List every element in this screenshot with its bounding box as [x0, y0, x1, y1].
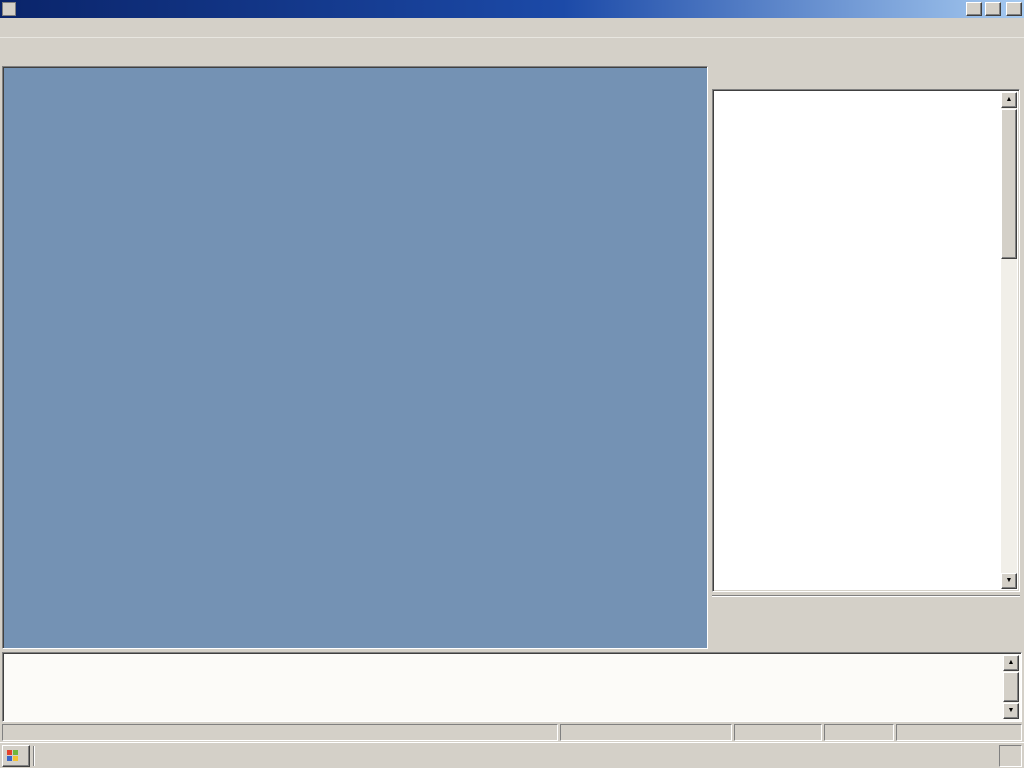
tree-scrollbar-thumb[interactable] — [1001, 109, 1017, 259]
status-empty-pane — [824, 724, 894, 741]
output-log[interactable]: ▲ ▼ — [2, 652, 1022, 722]
app-icon[interactable] — [2, 2, 16, 16]
statusbar — [0, 722, 1024, 742]
toolbar — [0, 37, 1024, 66]
scroll-down-icon[interactable]: ▼ — [1001, 573, 1017, 589]
maximize-button[interactable] — [985, 2, 1001, 16]
log-scrollbar[interactable]: ▲ ▼ — [1003, 655, 1019, 719]
status-polys — [896, 724, 1022, 741]
main-area: ▲ ▼ — [0, 66, 1024, 652]
scroll-down-icon[interactable]: ▼ — [1003, 703, 1019, 719]
viewport[interactable] — [2, 66, 708, 649]
titlebar — [0, 0, 1024, 18]
status-camera — [560, 724, 732, 741]
presets-panel: ▲ ▼ — [710, 66, 1024, 652]
status-ready — [2, 724, 558, 741]
log-scrollbar-thumb[interactable] — [1003, 672, 1019, 702]
scroll-up-icon[interactable]: ▲ — [1001, 92, 1017, 108]
system-tray — [999, 745, 1022, 767]
close-button[interactable] — [1006, 2, 1022, 16]
app-window: ▲ ▼ ▲ ▼ — [0, 0, 1024, 768]
minimize-button[interactable] — [966, 2, 982, 16]
taskbar-divider — [33, 746, 35, 766]
preset-actions — [712, 595, 1020, 649]
taskbar — [0, 742, 1024, 768]
scroll-up-icon[interactable]: ▲ — [1003, 655, 1019, 671]
menubar — [0, 18, 1024, 37]
panel-tabs — [712, 68, 1020, 89]
start-button[interactable] — [2, 745, 30, 767]
windows-logo-icon — [7, 750, 18, 761]
preset-tree[interactable]: ▲ ▼ — [712, 89, 1020, 592]
status-frame — [734, 724, 822, 741]
tree-scrollbar[interactable]: ▲ ▼ — [1001, 92, 1017, 589]
